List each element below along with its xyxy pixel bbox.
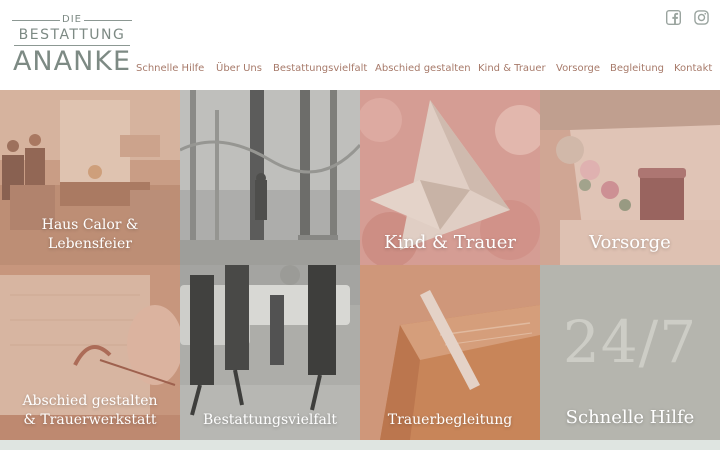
logo-rule-left bbox=[12, 20, 60, 21]
tile-kind-trauer[interactable]: Kind & Trauer bbox=[360, 90, 540, 265]
nav-item-schnelle-hilfe[interactable]: Schnelle Hilfe bbox=[136, 62, 204, 76]
social-links bbox=[666, 10, 710, 26]
tile-label-line1: Haus Calor & bbox=[41, 217, 139, 233]
main-nav: Schnelle Hilfe Über Uns Bestattungsvielf… bbox=[136, 62, 716, 78]
tile-label: Schnelle Hilfe bbox=[565, 407, 695, 428]
tile-label: Bestattungsvielfalt bbox=[203, 412, 337, 428]
nav-item-bestattungsvielfalt[interactable]: Bestattungsvielfalt bbox=[273, 62, 367, 76]
facebook-icon[interactable] bbox=[666, 10, 681, 25]
site-header: DIE BESTATTUNG ANANKE Schnelle Hilfe Übe… bbox=[0, 0, 720, 90]
tile-forest-photo[interactable] bbox=[180, 90, 360, 265]
tile-label-line1: Abschied gestalten bbox=[22, 393, 158, 409]
logo-rule-right bbox=[84, 20, 132, 21]
nav-item-begleitung[interactable]: Begleitung bbox=[610, 62, 664, 76]
instagram-icon[interactable] bbox=[694, 10, 709, 25]
tile-trauerbegleitung[interactable]: Trauerbegleitung bbox=[360, 265, 540, 440]
tile-bestattungsvielfalt[interactable]: Bestattungsvielfalt bbox=[180, 265, 360, 440]
nav-item-abschied-gestalten[interactable]: Abschied gestalten bbox=[375, 62, 471, 76]
tile-abschied-gestalten[interactable]: Abschied gestalten & Trauerwerkstatt bbox=[0, 265, 180, 440]
tile-vorsorge[interactable]: Vorsorge bbox=[540, 90, 720, 265]
tile-schnelle-hilfe[interactable]: 24/7 Schnelle Hilfe bbox=[540, 265, 720, 440]
nav-item-ueber-uns[interactable]: Über Uns bbox=[216, 62, 262, 76]
tile-247-text: 24/7 bbox=[562, 308, 698, 376]
nav-item-vorsorge[interactable]: Vorsorge bbox=[556, 62, 600, 76]
logo-ananke: ANANKE bbox=[12, 46, 132, 77]
tile-label: Vorsorge bbox=[589, 232, 671, 253]
nav-item-kind-trauer[interactable]: Kind & Trauer bbox=[478, 62, 546, 76]
footer-strip bbox=[0, 440, 720, 450]
logo-die: DIE bbox=[62, 14, 82, 25]
tile-label-line2: & Trauerwerkstatt bbox=[23, 412, 157, 428]
logo-bestattung: BESTATTUNG bbox=[18, 27, 126, 43]
nav-item-kontakt[interactable]: Kontakt bbox=[674, 62, 712, 76]
tile-haus-calor[interactable]: Haus Calor & Lebensfeier bbox=[0, 90, 180, 265]
tile-label-line2: Lebensfeier bbox=[48, 236, 132, 252]
logo[interactable]: DIE BESTATTUNG ANANKE bbox=[12, 14, 132, 77]
logo-die-row: DIE bbox=[12, 14, 132, 26]
tile-label: Trauerbegleitung bbox=[387, 412, 513, 428]
tile-label: Kind & Trauer bbox=[384, 232, 516, 253]
tile-grid: Haus Calor & Lebensfeier Kind & Trauer V… bbox=[0, 90, 720, 440]
